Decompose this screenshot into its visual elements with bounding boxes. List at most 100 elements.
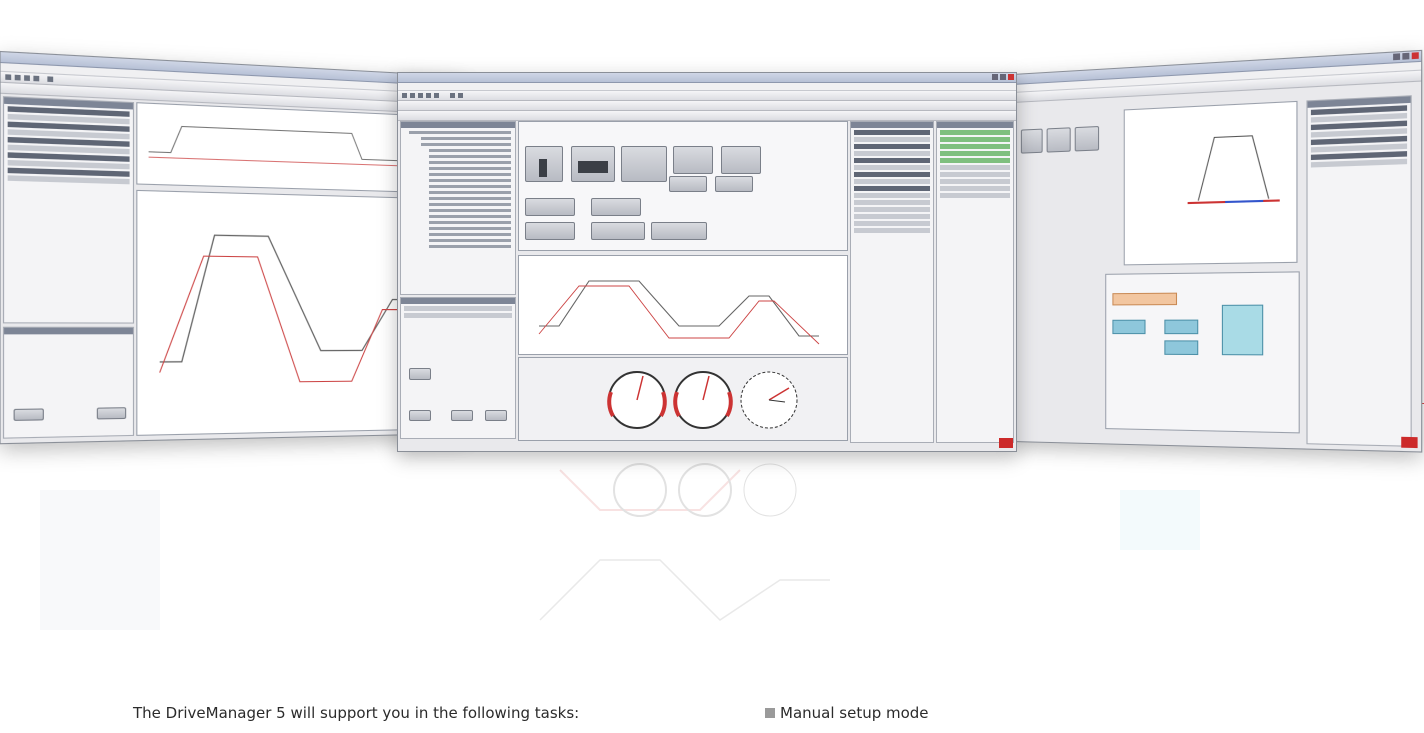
list-row[interactable] bbox=[854, 130, 930, 135]
tree-node[interactable] bbox=[429, 197, 511, 200]
status-row bbox=[940, 144, 1010, 149]
toolbar-icon[interactable] bbox=[410, 93, 415, 98]
tree-node[interactable] bbox=[429, 245, 511, 248]
drive-tile-button[interactable] bbox=[1075, 126, 1099, 151]
drive-tile-button[interactable] bbox=[591, 222, 645, 240]
toolbar-icon[interactable] bbox=[434, 93, 439, 98]
tree-node[interactable] bbox=[429, 209, 511, 212]
start-button[interactable] bbox=[409, 368, 431, 380]
drive-tile-button[interactable] bbox=[621, 146, 667, 182]
diagram-block-orange bbox=[1112, 293, 1177, 306]
close-icon[interactable] bbox=[1008, 74, 1014, 80]
list-row[interactable] bbox=[854, 207, 930, 212]
bullet-item: Manual setup mode bbox=[765, 704, 929, 722]
panel-button[interactable] bbox=[451, 410, 473, 421]
motion-profile-axis-blue bbox=[1225, 201, 1263, 202]
list-row bbox=[404, 306, 512, 311]
status-panel bbox=[936, 121, 1014, 443]
tree-node[interactable] bbox=[429, 215, 511, 218]
drive-control-panel bbox=[518, 121, 848, 251]
panel-button[interactable] bbox=[97, 407, 126, 419]
tree-node[interactable] bbox=[429, 173, 511, 176]
lti-logo-icon bbox=[999, 438, 1013, 448]
tree-node[interactable] bbox=[429, 233, 511, 236]
panel-button[interactable] bbox=[14, 408, 44, 421]
tree-node[interactable] bbox=[429, 161, 511, 164]
minimize-icon[interactable] bbox=[992, 74, 998, 80]
maximize-icon[interactable] bbox=[1000, 74, 1006, 80]
list-row[interactable] bbox=[854, 193, 930, 198]
diagram-block-blue bbox=[1164, 340, 1198, 355]
setup-panel bbox=[3, 327, 134, 439]
project-tree-panel bbox=[400, 121, 516, 295]
toolbar-icon[interactable] bbox=[418, 93, 423, 98]
motion-profile-panel bbox=[1124, 101, 1298, 266]
drive-tile-button[interactable] bbox=[1021, 129, 1043, 154]
parameter-list-panel bbox=[850, 121, 934, 443]
toolbar-icon[interactable] bbox=[426, 93, 431, 98]
toolbar-icon[interactable] bbox=[458, 93, 463, 98]
tree-node[interactable] bbox=[429, 179, 511, 182]
list-row[interactable] bbox=[854, 151, 930, 156]
window-title-bar bbox=[398, 73, 1016, 83]
list-row[interactable] bbox=[854, 186, 930, 191]
tree-node[interactable] bbox=[429, 203, 511, 206]
list-row[interactable] bbox=[854, 144, 930, 149]
drive-tile-button[interactable] bbox=[651, 222, 707, 240]
status-row bbox=[940, 193, 1010, 198]
tree-node[interactable] bbox=[429, 185, 511, 188]
panel-header bbox=[401, 122, 515, 128]
list-row[interactable] bbox=[854, 214, 930, 219]
list-row[interactable] bbox=[854, 179, 930, 184]
drive-tile-button[interactable] bbox=[669, 176, 707, 192]
drive-tile-button[interactable] bbox=[571, 146, 615, 182]
gauge-panel bbox=[518, 357, 848, 441]
drivemanager-window-left bbox=[0, 51, 464, 444]
status-row bbox=[940, 151, 1010, 156]
floor-reflection bbox=[0, 450, 1424, 670]
reflection-shapes bbox=[0, 450, 1424, 670]
tree-node[interactable] bbox=[409, 131, 511, 134]
list-row[interactable] bbox=[854, 200, 930, 205]
drive-tile-button[interactable] bbox=[525, 198, 575, 216]
list-row bbox=[404, 313, 512, 318]
tree-node[interactable] bbox=[421, 143, 511, 146]
panel-header bbox=[401, 298, 515, 304]
right-parameter-panel bbox=[1306, 95, 1411, 447]
toolbar-icon bbox=[47, 76, 53, 82]
manual-mode-panel bbox=[400, 297, 516, 439]
list-row[interactable] bbox=[854, 158, 930, 163]
drive-tile-button[interactable] bbox=[721, 146, 761, 174]
toolbar-icon[interactable] bbox=[450, 93, 455, 98]
drive-tile-button[interactable] bbox=[525, 146, 563, 182]
panel-button[interactable] bbox=[409, 410, 431, 421]
tree-node[interactable] bbox=[429, 191, 511, 194]
lti-logo-icon bbox=[1401, 437, 1417, 448]
tree-node[interactable] bbox=[429, 155, 511, 158]
list-row[interactable] bbox=[854, 172, 930, 177]
drive-tile-button[interactable] bbox=[715, 176, 753, 192]
drive-tile-button[interactable] bbox=[1047, 127, 1071, 152]
bullet-label: Manual setup mode bbox=[780, 704, 929, 722]
drive-tile-button[interactable] bbox=[673, 146, 713, 174]
list-row[interactable] bbox=[854, 228, 930, 233]
list-row[interactable] bbox=[854, 137, 930, 142]
tree-node[interactable] bbox=[429, 239, 511, 242]
tree-node[interactable] bbox=[429, 227, 511, 230]
list-row[interactable] bbox=[854, 221, 930, 226]
drive-tile-button[interactable] bbox=[525, 222, 575, 240]
toolbar-icon[interactable] bbox=[402, 93, 407, 98]
menu-bar bbox=[398, 83, 1016, 91]
tree-node[interactable] bbox=[421, 137, 511, 140]
tree-node[interactable] bbox=[429, 221, 511, 224]
panel-button[interactable] bbox=[485, 410, 507, 421]
tree-node[interactable] bbox=[429, 167, 511, 170]
panel-header bbox=[4, 328, 133, 335]
caption-text: The DriveManager 5 will support you in t… bbox=[133, 704, 579, 722]
block-diagram-panel bbox=[1105, 271, 1300, 433]
close-icon bbox=[1412, 52, 1419, 59]
drive-tile-button[interactable] bbox=[591, 198, 641, 216]
tree-node[interactable] bbox=[429, 149, 511, 152]
list-row[interactable] bbox=[854, 165, 930, 170]
status-row bbox=[940, 179, 1010, 184]
